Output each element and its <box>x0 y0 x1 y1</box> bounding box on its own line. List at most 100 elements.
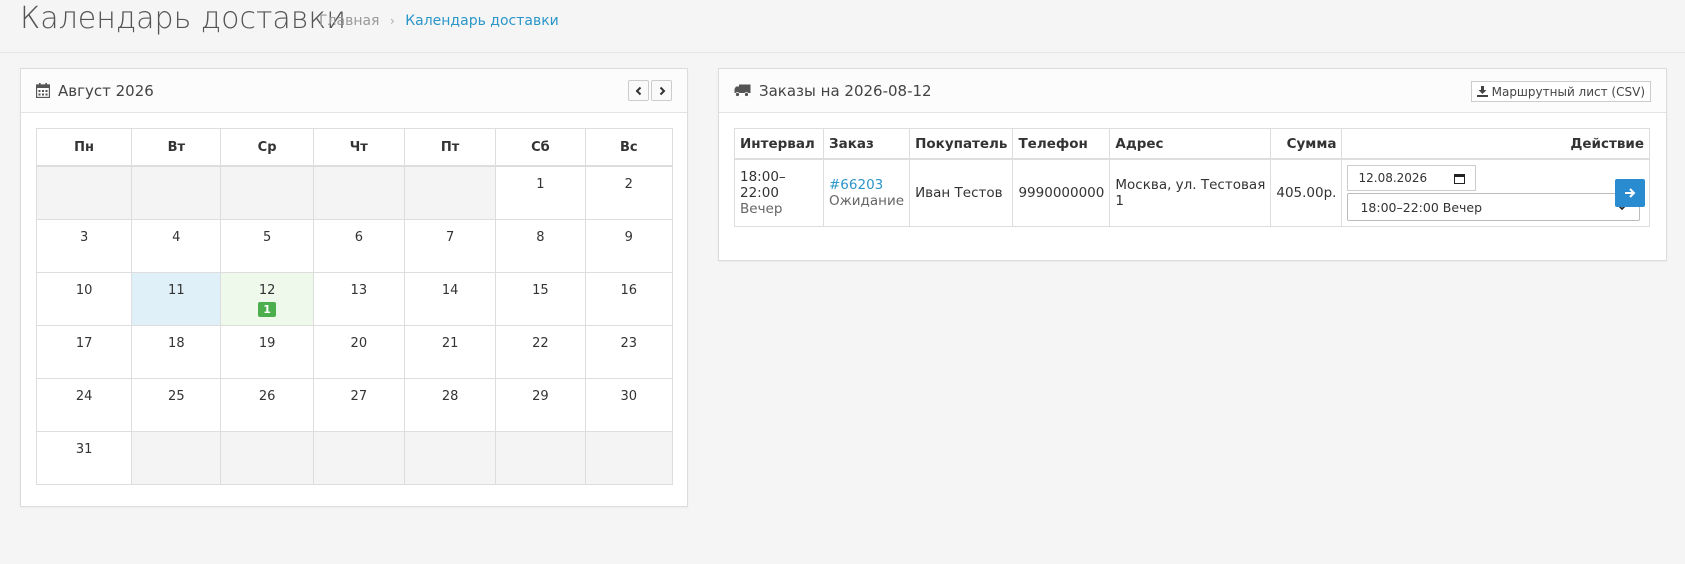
calendar-empty-cell <box>403 165 497 220</box>
chevron-right-icon <box>659 86 665 95</box>
calendar-day-24[interactable]: 24 <box>35 377 133 432</box>
calendar-day-28[interactable]: 28 <box>403 377 497 432</box>
calendar-day-number: 29 <box>532 388 549 404</box>
weekday-header: Чт <box>312 128 405 167</box>
download-icon <box>1476 86 1488 97</box>
calendar-day-number: 10 <box>75 282 93 298</box>
breadcrumb: Главная › Календарь доставки <box>319 13 559 29</box>
calendar-day-9[interactable]: 9 <box>584 218 674 273</box>
apply-reschedule-button[interactable] <box>1615 179 1645 207</box>
address-cell: Москва, ул. Тестовая 1 <box>1109 158 1272 227</box>
prev-month-button[interactable] <box>628 80 649 101</box>
calendar-day-3[interactable]: 3 <box>35 218 133 273</box>
orders-table: Интервал Заказ Покупатель Телефон Адрес … <box>734 128 1650 227</box>
chevron-left-icon <box>635 86 641 95</box>
calendar-month-title: Август 2026 <box>58 81 154 100</box>
calendar-day-14[interactable]: 14 <box>403 271 497 326</box>
calendar-day-number: 25 <box>168 388 185 404</box>
page-header: Календарь доставки Главная › Календарь д… <box>0 0 1685 53</box>
calendar-day-2[interactable]: 2 <box>584 165 674 220</box>
interval-time: 18:00–22:00 <box>740 169 786 201</box>
calendar-day-number: 21 <box>441 335 459 351</box>
calendar-day-18[interactable]: 18 <box>131 324 222 379</box>
calendar-day-26[interactable]: 26 <box>220 377 314 432</box>
calendar-day-number: 18 <box>168 335 185 351</box>
arrow-right-icon <box>1625 188 1636 198</box>
calendar-day-number: 14 <box>441 282 459 298</box>
calendar-day-30[interactable]: 30 <box>584 377 674 432</box>
calendar-week-row: 12 <box>35 165 674 220</box>
calendar-day-11[interactable]: 11 <box>131 271 222 326</box>
calendar-day-number: 6 <box>354 229 363 245</box>
weekday-header: Ср <box>220 128 314 167</box>
calendar-day-number: 26 <box>258 388 276 404</box>
calendar-day-27[interactable]: 27 <box>312 377 405 432</box>
calendar-empty-cell <box>220 165 314 220</box>
weekday-header: Вс <box>584 128 674 167</box>
calendar-picker-icon[interactable] <box>1454 173 1466 184</box>
calendar-day-20[interactable]: 20 <box>312 324 405 379</box>
calendar-day-15[interactable]: 15 <box>495 271 586 326</box>
orders-title: Заказы на 2026-08-12 <box>759 81 932 100</box>
customer-cell: Иван Тестов <box>909 158 1014 227</box>
column-header: Заказ <box>822 128 911 160</box>
calendar-day-25[interactable]: 25 <box>131 377 222 432</box>
calendar-empty-cell <box>584 430 674 485</box>
calendar-day-7[interactable]: 7 <box>403 218 497 273</box>
order-status: Ожидание <box>829 193 905 209</box>
calendar-day-19[interactable]: 19 <box>220 324 314 379</box>
delivery-date-input[interactable]: 12.08.2026 <box>1347 165 1477 191</box>
calendar-day-1[interactable]: 1 <box>495 165 586 220</box>
calendar-day-number: 22 <box>532 335 549 351</box>
calendar-empty-cell <box>312 430 405 485</box>
calendar-day-number: 12 <box>258 282 276 298</box>
route-sheet-csv-button[interactable]: Маршрутный лист (CSV) <box>1470 81 1651 102</box>
delivery-date-value: 12.08.2026 <box>1358 171 1428 185</box>
calendar-day-number: 24 <box>75 388 93 404</box>
calendar-day-5[interactable]: 5 <box>220 218 314 273</box>
calendar-day-number: 28 <box>441 388 459 404</box>
sum-cell: 405.00р. <box>1270 158 1343 227</box>
calendar-day-10[interactable]: 10 <box>35 271 133 326</box>
calendar-day-12[interactable]: 12 1 <box>220 271 314 326</box>
delivery-slot-select[interactable]: 18:00–22:00 Вечер <box>1347 193 1641 221</box>
calendar-day-16[interactable]: 16 <box>584 271 674 326</box>
calendar-day-13[interactable]: 13 <box>312 271 405 326</box>
calendar-day-number: 4 <box>172 229 181 245</box>
column-header: Сумма <box>1270 128 1343 160</box>
calendar-day-17[interactable]: 17 <box>35 324 133 379</box>
order-link[interactable]: #66203 <box>829 177 883 193</box>
table-row: 18:00–22:00 Вечер #66203 Ожидание Иван Т… <box>734 158 1650 227</box>
calendar-empty-cell <box>35 165 133 220</box>
calendar-day-number: 13 <box>350 282 368 298</box>
calendar-nav <box>628 80 672 101</box>
calendar-empty-cell <box>220 430 314 485</box>
breadcrumb-home[interactable]: Главная <box>319 13 379 29</box>
calendar-day-31[interactable]: 31 <box>35 430 133 485</box>
interval-cell: 18:00–22:00 Вечер <box>734 158 824 227</box>
calendar-day-23[interactable]: 23 <box>584 324 674 379</box>
calendar-day-4[interactable]: 4 <box>131 218 222 273</box>
next-month-button[interactable] <box>651 80 672 101</box>
calendar-day-number: 27 <box>350 388 368 404</box>
calendar-day-number: 15 <box>532 282 549 298</box>
calendar-day-8[interactable]: 8 <box>495 218 586 273</box>
calendar-empty-cell <box>495 430 586 485</box>
delivery-slot-value: 18:00–22:00 Вечер <box>1360 199 1483 215</box>
calendar-empty-cell <box>312 165 405 220</box>
calendar-week-row: 31 <box>35 430 674 485</box>
weekday-header: Вт <box>131 128 222 167</box>
calendar-empty-cell <box>131 165 222 220</box>
calendar-day-6[interactable]: 6 <box>312 218 405 273</box>
calendar-week-row: 17 18 19 20 21 22 23 <box>35 324 674 379</box>
calendar-week-row: 10 11 12 1 13 14 15 16 <box>35 271 674 326</box>
column-header: Адрес <box>1109 128 1272 160</box>
calendar-day-number: 11 <box>168 282 185 298</box>
calendar-day-number: 17 <box>75 335 93 351</box>
calendar-day-22[interactable]: 22 <box>495 324 586 379</box>
order-cell: #66203 Ожидание <box>822 158 911 227</box>
calendar-day-29[interactable]: 29 <box>495 377 586 432</box>
calendar-day-21[interactable]: 21 <box>403 324 497 379</box>
breadcrumb-current[interactable]: Календарь доставки <box>405 13 559 29</box>
calendar-day-number: 31 <box>75 441 93 457</box>
